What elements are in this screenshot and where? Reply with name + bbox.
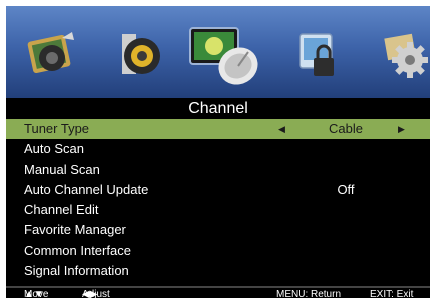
menu-item-label: Channel Edit <box>24 202 99 218</box>
tv-osd-menu: Channel Tuner Type ◀ Cable ▶ Auto Scan M… <box>6 6 430 298</box>
menu-item-label: Tuner Type <box>24 121 90 136</box>
menu-item-common-interface[interactable]: Common Interface <box>6 241 430 261</box>
menu-item-label: Favorite Manager <box>24 222 126 238</box>
left-arrow-icon[interactable]: ◀ <box>278 119 285 139</box>
up-down-arrow-icon: ▲▼ <box>24 289 44 298</box>
menu-item-channel-edit[interactable]: Channel Edit <box>6 200 430 220</box>
channel-menu-list: Tuner Type ◀ Cable ▶ Auto Scan Manual Sc… <box>6 119 430 281</box>
lock-icon[interactable] <box>288 24 348 84</box>
menu-item-tuner-type[interactable]: Tuner Type ◀ Cable ▶ <box>6 119 430 140</box>
menu-item-favorite-manager[interactable]: Favorite Manager <box>6 220 430 240</box>
right-arrow-icon[interactable]: ▶ <box>398 119 405 139</box>
menu-item-value: Cable <box>329 121 363 136</box>
sound-icon[interactable] <box>108 24 168 84</box>
menu-item-manual-scan[interactable]: Manual Scan <box>6 160 430 180</box>
menu-item-label: Auto Scan <box>24 141 84 157</box>
menu-item-auto-channel-update[interactable]: Auto Channel Update Off <box>6 180 430 200</box>
menu-item-value: Off <box>337 181 355 197</box>
left-right-arrow-icon: ◀▶ <box>82 289 98 298</box>
menu-category-bar <box>6 6 430 98</box>
menu-item-label: Manual Scan <box>24 161 100 177</box>
menu-return-hint: MENU: Return <box>276 289 342 298</box>
channel-satellite-icon[interactable] <box>184 18 264 90</box>
exit-hint: EXIT: Exit <box>370 289 414 298</box>
setup-gear-icon[interactable] <box>376 24 430 84</box>
menu-item-label: Auto Channel Update <box>24 181 149 197</box>
menu-item-label: Signal Information <box>24 263 129 279</box>
adjust-hint: ◀▶ Adjust <box>82 288 110 298</box>
menu-item-signal-information[interactable]: Signal Information <box>6 261 430 281</box>
menu-item-label: Common Interface <box>24 242 131 258</box>
footer-hints: ▲▼ Move ◀▶ Adjust MENU: Return EXIT: Exi… <box>6 286 430 298</box>
menu-item-auto-scan[interactable]: Auto Scan <box>6 139 430 159</box>
page-title: Channel <box>188 100 248 117</box>
picture-icon[interactable] <box>22 24 82 84</box>
move-hint: ▲▼ Move <box>24 288 48 298</box>
